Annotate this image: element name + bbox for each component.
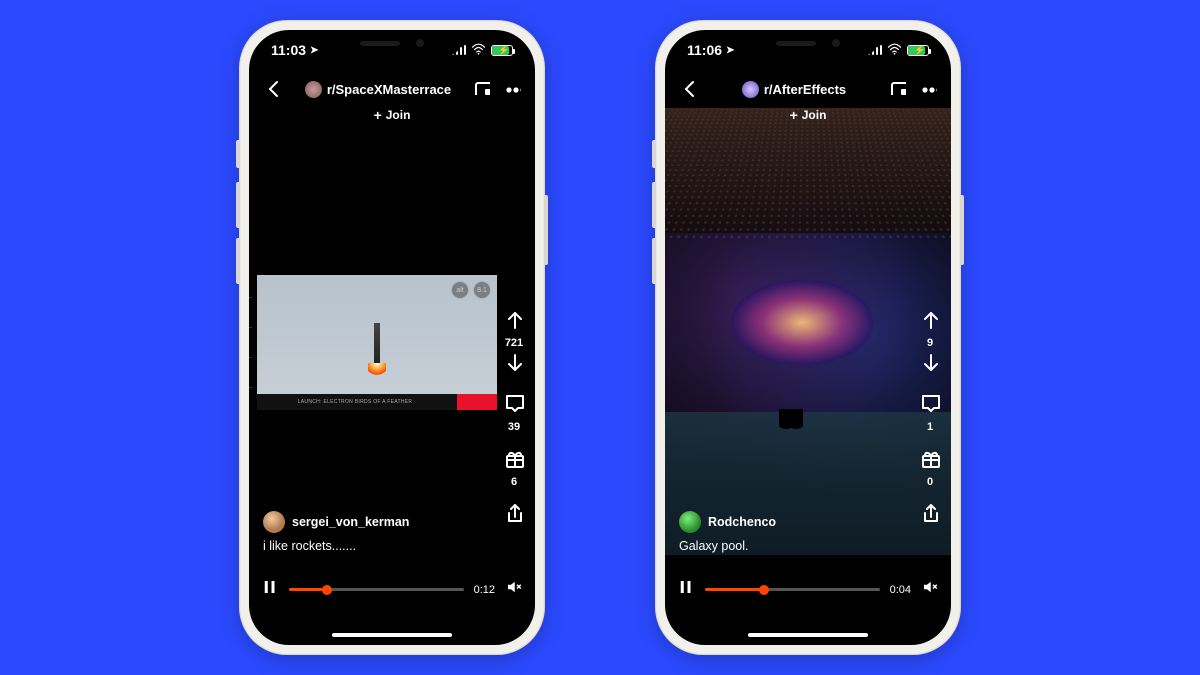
mute-button[interactable] (505, 578, 523, 601)
video-player-controls: 0:04 (677, 578, 939, 601)
share-button[interactable] (919, 502, 941, 529)
more-options-button[interactable] (920, 78, 937, 100)
phone-mockup-right: 11:06 ➤ ⚡ r/AfterEffects (655, 20, 961, 655)
battery-icon: ⚡ (491, 45, 513, 56)
author-row[interactable]: Rodchenco (679, 511, 776, 533)
phone-mockup-left: 11:03 ➤ ⚡ r/SpaceXMasterrace (239, 20, 545, 655)
join-button[interactable]: + Join (263, 108, 521, 122)
author-name: Rodchenco (708, 515, 776, 529)
top-nav: r/AfterEffects + Join (665, 72, 951, 122)
comments-button[interactable] (919, 392, 941, 419)
awards-count: 0 (927, 476, 933, 488)
home-indicator[interactable] (748, 633, 868, 638)
notch (322, 30, 462, 56)
picture-in-picture-button[interactable] (889, 78, 906, 100)
battery-icon: ⚡ (907, 45, 929, 56)
wifi-icon (887, 43, 902, 58)
playback-time: 0:04 (890, 584, 911, 596)
wifi-icon (471, 43, 486, 58)
join-button[interactable]: + Join (679, 108, 937, 122)
progress-bar[interactable] (705, 588, 880, 591)
author-avatar (679, 511, 701, 533)
video-thumbnail: alt8.1 LAUNCH: ELECTRON BIRDS OF A FEATH… (257, 275, 497, 410)
author-avatar (263, 511, 285, 533)
status-time: 11:03 (271, 42, 306, 58)
awards-count: 6 (511, 476, 517, 488)
upvote-button[interactable] (503, 308, 525, 335)
action-rail: 9 1 0 (919, 308, 941, 529)
action-rail: 721 39 6 (503, 308, 525, 529)
award-button[interactable] (919, 447, 941, 474)
back-button[interactable] (263, 77, 283, 102)
downvote-button[interactable] (503, 351, 525, 378)
notch (738, 30, 878, 56)
vote-count: 9 (927, 337, 933, 349)
upvote-button[interactable] (919, 308, 941, 335)
pause-button[interactable] (677, 578, 695, 601)
post-caption: i like rockets....... (263, 539, 356, 553)
plus-icon: + (790, 108, 798, 122)
share-button[interactable] (503, 502, 525, 529)
progress-bar[interactable] (289, 588, 464, 591)
mute-button[interactable] (921, 578, 939, 601)
subreddit-icon (742, 81, 759, 98)
downvote-button[interactable] (919, 351, 941, 378)
picture-in-picture-button[interactable] (473, 78, 490, 100)
home-indicator[interactable] (332, 633, 452, 638)
author-name: sergei_von_kerman (292, 515, 409, 529)
top-nav: r/SpaceXMasterrace + Join (249, 72, 535, 122)
more-options-button[interactable] (504, 78, 521, 100)
location-services-icon: ➤ (726, 45, 734, 56)
status-time: 11:06 (687, 42, 722, 58)
location-services-icon: ➤ (310, 45, 318, 56)
subreddit-title[interactable]: r/SpaceXMasterrace (305, 81, 451, 98)
vote-count: 721 (505, 337, 523, 349)
playback-time: 0:12 (474, 584, 495, 596)
screen: 11:03 ➤ ⚡ r/SpaceXMasterrace (249, 30, 535, 645)
plus-icon: + (374, 108, 382, 122)
post-caption: Galaxy pool. (679, 539, 748, 553)
back-button[interactable] (679, 77, 699, 102)
award-button[interactable] (503, 447, 525, 474)
subreddit-title[interactable]: r/AfterEffects (742, 81, 846, 98)
comments-button[interactable] (503, 392, 525, 419)
video-full (665, 108, 951, 555)
comments-count: 1 (927, 421, 933, 433)
pause-button[interactable] (261, 578, 279, 601)
comments-count: 39 (508, 421, 520, 433)
subreddit-icon (305, 81, 322, 98)
author-row[interactable]: sergei_von_kerman (263, 511, 409, 533)
video-player-controls: 0:12 (261, 578, 523, 601)
video-banner-text: LAUNCH: ELECTRON BIRDS OF A FEATHER (298, 399, 417, 405)
screen: 11:06 ➤ ⚡ r/AfterEffects (665, 30, 951, 645)
